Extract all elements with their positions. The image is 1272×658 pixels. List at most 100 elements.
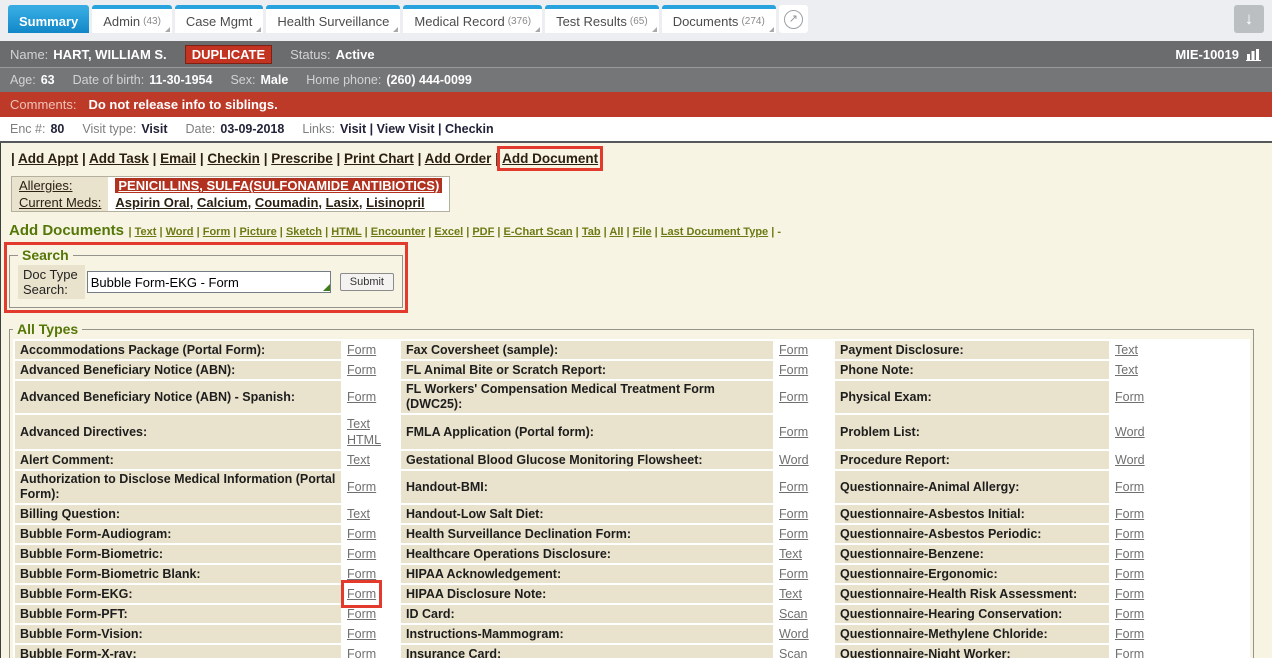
type-link-all[interactable]: All — [609, 226, 623, 238]
doc-link-form[interactable]: Form — [1115, 586, 1144, 602]
type-link-form[interactable]: Form — [203, 226, 231, 238]
external-link-icon: ↗ — [784, 10, 803, 29]
doc-link-form[interactable]: Form — [347, 626, 376, 642]
doc-link-scan[interactable]: Scan — [779, 606, 808, 622]
med-link-lisinopril[interactable]: Lisinopril — [366, 195, 425, 210]
type-link-word[interactable]: Word — [166, 226, 194, 238]
encounter-link-checkin[interactable]: Checkin — [445, 122, 494, 136]
doc-link-form[interactable]: Form — [347, 646, 376, 658]
bar-chart-icon[interactable] — [1246, 48, 1262, 61]
type-link-text[interactable]: Text — [135, 226, 157, 238]
download-button[interactable]: ↓ — [1234, 5, 1264, 33]
type-link-excel[interactable]: Excel — [434, 226, 463, 238]
action-link-add-appt[interactable]: Add Appt — [18, 151, 78, 166]
med-link-aspirin-oral[interactable]: Aspirin Oral — [115, 195, 189, 210]
doc-link-text[interactable]: Text — [779, 546, 802, 562]
doc-link-form[interactable]: Form — [779, 342, 808, 358]
doc-link-text[interactable]: Text — [347, 452, 370, 468]
doc-link-form[interactable]: Form — [779, 362, 808, 378]
tab-summary[interactable]: Summary — [8, 5, 89, 33]
doc-link-form[interactable]: Form — [347, 566, 376, 582]
doc-link-form[interactable]: Form — [1115, 566, 1144, 582]
type-link-html[interactable]: HTML — [331, 226, 361, 238]
tab-test-results[interactable]: Test Results(65) — [545, 5, 659, 33]
tab-admin[interactable]: Admin(43) — [92, 5, 172, 33]
doc-link-form[interactable]: Form — [347, 586, 376, 602]
tab-documents[interactable]: Documents(274) — [662, 5, 776, 33]
doc-link-text[interactable]: Text — [779, 586, 802, 602]
tab-health-surveillance[interactable]: Health Surveillance — [266, 5, 400, 33]
action-link-email[interactable]: Email — [160, 151, 196, 166]
doc-link-text[interactable]: Text — [1115, 362, 1138, 378]
doc-link-form[interactable]: Form — [779, 526, 808, 542]
doc-link-text[interactable]: Text — [347, 506, 370, 522]
doc-link-form[interactable]: Form — [1115, 479, 1144, 495]
doc-link-form[interactable]: Form — [779, 479, 808, 495]
action-link-add-order[interactable]: Add Order — [425, 151, 492, 166]
tab-bar-tabs: SummaryAdmin(43)Case MgmtHealth Surveill… — [8, 5, 776, 33]
doc-link-form[interactable]: Form — [1115, 626, 1144, 642]
type-link-file[interactable]: File — [633, 226, 652, 238]
doc-link-form[interactable]: Form — [779, 424, 808, 440]
encounter-link-view-visit[interactable]: View Visit — [377, 122, 435, 136]
doc-link-form[interactable]: Form — [779, 389, 808, 405]
doc-link-form[interactable]: Form — [779, 566, 808, 582]
submit-button[interactable]: Submit — [340, 273, 394, 291]
current-meds-link[interactable]: Current Meds: — [19, 195, 101, 210]
med-link-lasix[interactable]: Lasix — [326, 195, 359, 210]
doc-link-form[interactable]: Form — [1115, 389, 1144, 405]
doc-link-word[interactable]: Word — [1115, 452, 1145, 468]
doc-link-html[interactable]: HTML — [347, 432, 381, 448]
action-link-checkin[interactable]: Checkin — [207, 151, 260, 166]
type-link-last-document-type[interactable]: Last Document Type — [661, 226, 768, 238]
doc-link-form[interactable]: Form — [347, 389, 376, 405]
allergies-link[interactable]: Allergies: — [19, 178, 72, 193]
med-link-calcium[interactable]: Calcium — [197, 195, 248, 210]
doc-link-form[interactable]: Form — [347, 526, 376, 542]
doc-type-label: Bubble Form-EKG: — [15, 585, 341, 603]
doc-link-form[interactable]: Form — [1115, 526, 1144, 542]
doc-link-form[interactable]: Form — [1115, 546, 1144, 562]
med-link-coumadin[interactable]: Coumadin — [255, 195, 319, 210]
doc-link-form[interactable]: Form — [347, 606, 376, 622]
dob-label: Date of birth: — [73, 73, 145, 87]
doc-type-search-input[interactable] — [87, 271, 331, 293]
action-link-add-document[interactable]: Add Document — [502, 151, 598, 166]
collapse-toggle[interactable]: - — [777, 226, 781, 238]
doc-link-form[interactable]: Form — [1115, 506, 1144, 522]
tab-bar: SummaryAdmin(43)Case MgmtHealth Surveill… — [0, 0, 1272, 41]
doc-link-word[interactable]: Word — [779, 452, 809, 468]
doc-link-form[interactable]: Form — [347, 342, 376, 358]
doc-link-cell: Word — [775, 451, 833, 469]
type-link-picture[interactable]: Picture — [239, 226, 276, 238]
external-link-button[interactable]: ↗ — [779, 5, 808, 33]
doc-link-cell: Text — [775, 545, 833, 563]
tab-medical-record[interactable]: Medical Record(376) — [403, 5, 542, 33]
type-link-pdf[interactable]: PDF — [472, 226, 494, 238]
type-link-e-chart-scan[interactable]: E-Chart Scan — [504, 226, 573, 238]
action-link-add-task[interactable]: Add Task — [89, 151, 149, 166]
doc-link-text[interactable]: Text — [347, 416, 370, 432]
doc-link-form[interactable]: Form — [1115, 606, 1144, 622]
encounter-link-visit[interactable]: Visit — [340, 122, 366, 136]
doc-link-form[interactable]: Form — [347, 546, 376, 562]
doc-link-word[interactable]: Word — [779, 626, 809, 642]
type-link-tab[interactable]: Tab — [582, 226, 601, 238]
type-link-encounter[interactable]: Encounter — [371, 226, 425, 238]
type-link-sketch[interactable]: Sketch — [286, 226, 322, 238]
doc-link-word[interactable]: Word — [1115, 424, 1145, 440]
doc-link-form[interactable]: Form — [779, 506, 808, 522]
doc-link-cell: Form — [343, 565, 399, 583]
action-link-prescribe[interactable]: Prescribe — [271, 151, 333, 166]
doc-link-text[interactable]: Text — [1115, 342, 1138, 358]
tab-case-mgmt[interactable]: Case Mgmt — [175, 5, 263, 33]
doc-link-scan[interactable]: Scan — [779, 646, 808, 658]
doc-link-form[interactable]: Form — [347, 479, 376, 495]
doc-link-cell: Form — [1111, 585, 1248, 603]
doc-link-form[interactable]: Form — [1115, 646, 1144, 658]
doc-link-cell: Form — [1111, 505, 1248, 523]
patient-demographics-bar: Age: 63 Date of birth: 11-30-1954 Sex: M… — [0, 67, 1272, 92]
doc-link-form[interactable]: Form — [347, 362, 376, 378]
allergy-value-link[interactable]: PENICILLINS, SULFA(SULFONAMIDE ANTIBIOTI… — [115, 178, 442, 193]
action-link-print-chart[interactable]: Print Chart — [344, 151, 414, 166]
